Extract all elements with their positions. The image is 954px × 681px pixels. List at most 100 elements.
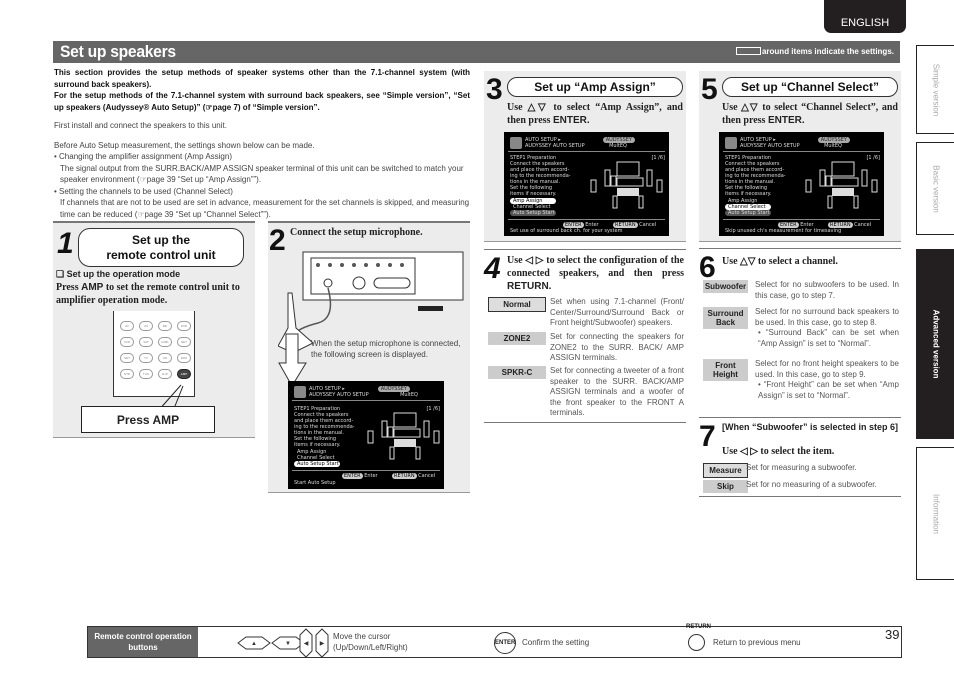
left-right-buttons-icon: ◀ ▶ (299, 628, 329, 658)
down-arrow-icon (278, 333, 307, 387)
step-1-instruction: Press AMP to set the remote control unit… (56, 282, 240, 306)
bullet-1-body: The signal output from the SURR.BACK/AMP… (60, 163, 464, 185)
osd-hint: Set use of surround back ch. for your sy… (510, 228, 623, 234)
step-3-instruction: Use △▽ to select “Amp Assign”, and then … (507, 102, 683, 126)
intro-line-2: Before Auto Setup measurement, the setti… (54, 140, 315, 150)
step-6-number: 6 (699, 251, 716, 284)
remote-button-tv: TV (139, 353, 153, 363)
option-label-subwoofer: Subwoofer (703, 280, 748, 293)
step-7-instruction: Use ◁ ▷ to select the item. (722, 446, 835, 457)
tab-basic-version[interactable]: Basic version (916, 142, 954, 235)
gear-icon (510, 137, 522, 149)
option-label-zone2: ZONE2 (488, 332, 546, 345)
cursor-description: Move the cursor (Up/Down/Left/Right) (333, 632, 408, 652)
osd-item-auto-setup-start[interactable]: Auto Setup Start (510, 210, 556, 216)
step-1-title: Set up the remote control unit (78, 228, 244, 267)
speaker-layout-icon (805, 161, 878, 209)
page-title: Set up speakers (60, 42, 176, 61)
step-3-panel: 3 Set up “Amp Assign” Use △▽ to select “… (484, 71, 686, 242)
bullet-2-title: • Setting the channels to be used (Chann… (54, 186, 233, 196)
speaker-layout-icon (590, 161, 663, 209)
step-7-condition: [When “Subwoofer” is selected in step 6] (722, 422, 899, 432)
step-5-number: 5 (701, 73, 718, 106)
step-2-note: When the setup microphone is connected, … (311, 339, 461, 359)
step-2-panel: 2 Connect the setup microphone. When the… (268, 221, 470, 493)
intro-text: This section provides the setup methods … (54, 67, 470, 220)
settings-box-icon (735, 47, 761, 55)
step-1-number: 1 (57, 227, 74, 260)
gear-icon (725, 137, 737, 149)
option-label-skip: Skip (703, 480, 748, 493)
step-1-title-line-2: remote control unit (106, 248, 216, 262)
osd-breadcrumb-2: AUDYSSEY AUTO SETUP (309, 392, 369, 398)
return-button-label: RETURN (686, 624, 711, 630)
remote-button-cd: CD (158, 353, 172, 363)
svg-text:▼: ▼ (285, 641, 291, 647)
gear-icon (294, 386, 306, 398)
remote-button-e-ip: E-IP (158, 369, 172, 379)
remote-button-ntr: NTR (120, 369, 134, 379)
osd-screen-step-2: AUTO SETUP ▸ AUDYSSEY AUTO SETUP AUDYSSE… (288, 381, 444, 489)
osd-body-line: items if necessary. (294, 442, 341, 448)
language-tab: ENGLISH (824, 0, 906, 33)
option-label-normal: Normal (488, 297, 546, 312)
step-2-title: Connect the setup microphone. (290, 227, 423, 238)
remote-button-tun: TUN (139, 369, 153, 379)
step-6-instruction: Use △▽ to select a channel. (722, 256, 838, 267)
remote-button-amp: AMP (177, 369, 191, 379)
option-label-surround-back: Surround Back (703, 307, 748, 329)
osd-hint: Skip unused ch's measurement for timesav… (725, 228, 842, 234)
option-description: Select for no subwoofers to be used. In … (755, 280, 899, 300)
option-description: Select for no front height speakers to b… (755, 359, 899, 400)
osd-screen-step-5: AUTO SETUP ▸ AUDYSSEY AUTO SETUP AUDYSSE… (719, 132, 884, 236)
enter-button-icon: ENTER (494, 632, 516, 654)
option-description: Set for measuring a subwoofer. (746, 463, 857, 472)
step-7-panel: 7 [When “Subwoofer” is selected in step … (699, 420, 901, 497)
step-4-panel: 4 Use ◁ ▷ to select the configuration of… (484, 249, 686, 423)
tab-information[interactable]: Information (916, 447, 954, 580)
step-3-number: 3 (486, 73, 503, 106)
option-description: Set for connecting the speakers for ZONE… (550, 332, 684, 362)
page-number: 39 (885, 627, 900, 642)
speaker-layout-icon (367, 412, 440, 460)
step-1-panel: 1 Set up the remote control unit ❑ Set u… (53, 221, 255, 438)
step-6-panel: 6 Use △▽ to select a channel. Subwoofer S… (699, 248, 901, 418)
osd-body-line: items if necessary. (725, 191, 772, 197)
return-description: Return to previous menu (713, 638, 801, 647)
press-amp-callout: Press AMP (81, 406, 215, 433)
option-label-spkr-c: SPKR-C (488, 366, 546, 379)
svg-text:▶: ▶ (320, 641, 325, 647)
enter-description: Confirm the setting (522, 638, 590, 647)
legend-header: Remote control operation buttons (88, 627, 198, 657)
svg-text:▲: ▲ (251, 641, 257, 647)
remote-button-bd: BD (158, 321, 172, 331)
option-description: Set for no measuring of a subwoofer. (746, 480, 877, 489)
tab-advanced-version[interactable]: Advanced version (916, 249, 954, 439)
option-label-measure: Measure (703, 463, 748, 478)
step-5-panel: 5 Set up “Channel Select” Use △▽ to sele… (699, 71, 901, 242)
osd-screen-step-3: AUTO SETUP ▸ AUDYSSEY AUTO SETUP AUDYSSE… (504, 132, 669, 236)
svg-text:◀: ◀ (304, 641, 309, 647)
remote-button-z2: Z2 (120, 321, 134, 331)
option-label-front-height: Front Height (703, 359, 748, 381)
remote-button-cabl: CABL (158, 337, 172, 347)
remote-button-vcr: VCR (120, 337, 134, 347)
step-1-subhead: ❑ Set up the operation mode (56, 269, 181, 279)
osd-item-auto-setup-start[interactable]: Auto Setup Start (725, 210, 771, 216)
osd-item-auto-setup-start[interactable]: Auto Setup Start (294, 461, 340, 467)
osd-body-line: items if necessary. (510, 191, 557, 197)
intro-line-1: First install and connect the speakers t… (54, 121, 227, 130)
step-4-number: 4 (484, 252, 501, 285)
settings-legend-text: around items indicate the settings. (761, 47, 894, 56)
option-description: Set for connecting a tweeter of a front … (550, 366, 684, 417)
option-description: Set when using 7.1-channel (Front/ Cente… (550, 297, 684, 327)
section-title-bar: Set up speakers around items indicate th… (53, 41, 900, 63)
tab-simple-version[interactable]: Simple version (916, 45, 954, 134)
option-description: Select for no surround back speakers to … (755, 307, 899, 348)
step-7-number: 7 (699, 420, 716, 453)
remote-button-dvd: DVD (177, 321, 191, 331)
step-1-title-line-1: Set up the (131, 233, 190, 247)
osd-hint: Start Auto Setup (294, 480, 336, 486)
step-5-title: Set up “Channel Select” (722, 77, 898, 97)
intro-bold-1: This section provides the setup methods … (54, 68, 470, 89)
